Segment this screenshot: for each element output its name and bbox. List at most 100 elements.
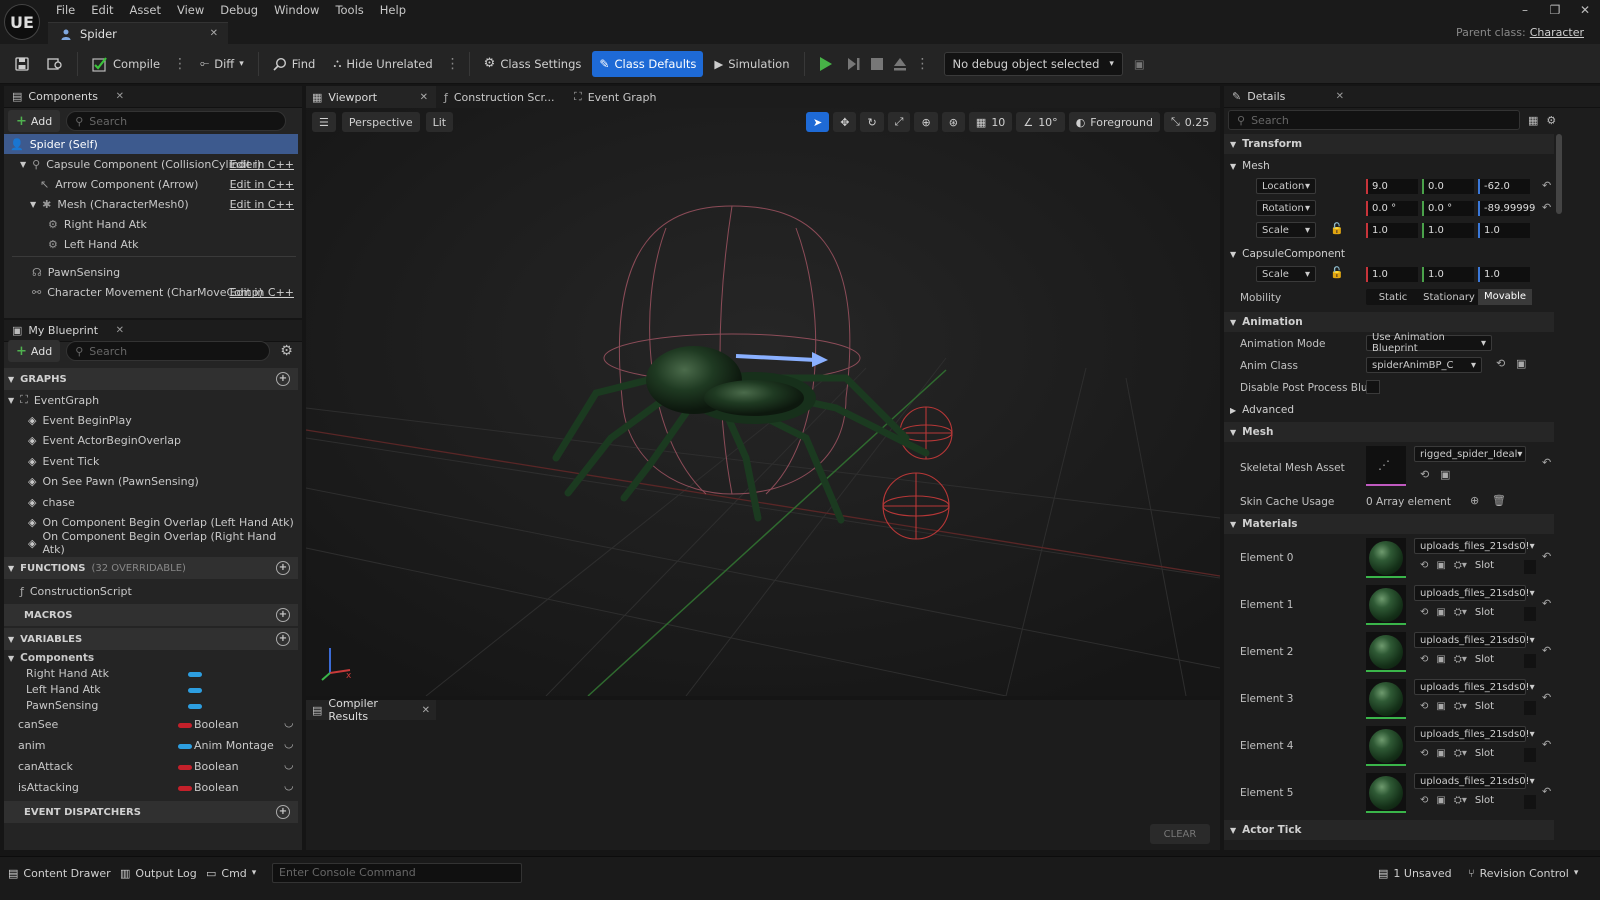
construction-script-item[interactable]: ƒ ConstructionScript <box>20 581 132 601</box>
compile-button[interactable]: Compile <box>85 51 167 77</box>
viewport-3d[interactable]: x ☰ Perspective Lit ➤ ✥ ↻ ⤢ ⊕ ⊛ ▦ 10 ∠ 10°… <box>306 108 1220 696</box>
add-component-button[interactable]: + Add <box>8 110 61 132</box>
console-command-input[interactable]: Enter Console Command <box>272 863 522 883</box>
step-button[interactable] <box>844 51 864 77</box>
tree-item-capsule[interactable]: ▼ ⚲ Capsule Component (CollisionCylinder) E… <box>4 154 298 174</box>
material-options-icon[interactable]: ⛭▾ <box>1454 560 1467 571</box>
add-member-button[interactable]: + Add <box>8 340 61 362</box>
actor-tick-section[interactable]: ▼ Actor Tick <box>1224 820 1554 840</box>
functions-header[interactable]: ▼ FUNCTIONS (32 OVERRIDABLE) + <box>4 557 298 579</box>
browse-icon[interactable]: ▣ <box>1436 607 1445 618</box>
edit-in-cpp-link[interactable]: Edit in C++ <box>230 178 294 191</box>
eye-icon[interactable]: ◡ <box>284 737 294 750</box>
edit-in-cpp-link[interactable]: Edit in C++ <box>230 198 294 211</box>
browse-asset-button[interactable] <box>40 51 70 77</box>
event-item[interactable]: ◈ chase <box>28 492 75 512</box>
mesh-transform-subsection[interactable]: ▼ Mesh <box>1224 156 1554 176</box>
component-var-row[interactable]: PawnSensing <box>4 696 298 716</box>
use-selected-icon[interactable]: ⟲ <box>1420 560 1428 571</box>
material-options-icon[interactable]: ⛭▾ <box>1454 795 1467 806</box>
slot-field[interactable] <box>1524 560 1536 574</box>
menu-tools[interactable]: Tools <box>327 0 371 20</box>
debug-browse-button[interactable]: ▣ <box>1127 51 1152 77</box>
table-view-icon[interactable]: ▦ <box>1528 114 1538 127</box>
browse-icon[interactable]: ▣ <box>1516 357 1526 370</box>
unsaved-button[interactable]: ▤ 1 Unsaved <box>1378 863 1452 883</box>
eye-icon[interactable]: ◡ <box>284 716 294 729</box>
reset-arrow-icon[interactable]: ↶ <box>1542 691 1551 704</box>
use-selected-icon[interactable]: ⟲ <box>1420 748 1428 759</box>
material-options-icon[interactable]: ⛭▾ <box>1454 701 1467 712</box>
event-item[interactable]: ◈ On Component Begin Overlap (Left Hand A… <box>28 512 294 532</box>
cmd-dropdown[interactable]: ▭ Cmd ▾ <box>206 863 256 883</box>
play-button[interactable] <box>812 51 840 77</box>
event-graph-item[interactable]: ▼ ⛶ EventGraph <box>8 390 99 410</box>
material-thumbnail[interactable] <box>1366 538 1406 578</box>
material-dropdown[interactable]: uploads_files_21sds0! ▾ <box>1414 538 1535 554</box>
mobility-movable[interactable]: Movable <box>1478 289 1532 305</box>
graphs-header[interactable]: ▼ GRAPHS + <box>4 368 298 390</box>
gear-icon[interactable]: ⚙ <box>1546 114 1556 127</box>
rotate-tool-icon[interactable]: ↻ <box>860 112 884 132</box>
variable-row[interactable]: canAttack Boolean ◡ <box>4 757 298 777</box>
add-dispatcher-icon[interactable]: + <box>276 805 290 819</box>
material-dropdown[interactable]: uploads_files_21sds0! ▾ <box>1414 773 1535 789</box>
eye-icon[interactable]: ◡ <box>284 779 294 792</box>
menu-file[interactable]: File <box>48 0 83 20</box>
browse-icon[interactable]: ▣ <box>1436 748 1445 759</box>
rotation-y-field[interactable]: 0.0 ° <box>1422 201 1474 216</box>
reset-arrow-icon[interactable]: ↶ <box>1542 550 1551 563</box>
capsule-scale-x-field[interactable]: 1.0 <box>1366 267 1418 282</box>
advanced-subsection[interactable]: ▶ Advanced <box>1224 400 1554 420</box>
hide-unrelated-button[interactable]: ⛬ Hide Unrelated <box>326 51 439 77</box>
clear-button[interactable]: CLEAR <box>1150 824 1210 844</box>
disable-post-process-checkbox[interactable] <box>1366 380 1380 394</box>
event-item[interactable]: ◈ On Component Begin Overlap (Right Hand … <box>28 530 302 556</box>
add-element-icon[interactable]: ⊕ <box>1470 494 1479 507</box>
select-tool-icon[interactable]: ➤ <box>806 112 830 132</box>
material-thumbnail[interactable] <box>1366 679 1406 719</box>
more-options-icon[interactable]: ⋮ <box>444 56 462 72</box>
capsule-scale-z-field[interactable]: 1.0 <box>1478 267 1530 282</box>
reset-arrow-icon[interactable]: ↶ <box>1542 644 1551 657</box>
material-thumbnail[interactable] <box>1366 773 1406 813</box>
animation-section[interactable]: ▼ Animation <box>1224 312 1554 332</box>
tree-item-left-hand-atk[interactable]: ⚙ Left Hand Atk <box>4 234 298 254</box>
reset-arrow-icon[interactable]: ↶ <box>1542 785 1551 798</box>
reset-arrow-icon[interactable]: ↶ <box>1542 597 1551 610</box>
event-item[interactable]: ◈ On See Pawn (PawnSensing) <box>28 471 199 491</box>
material-dropdown[interactable]: uploads_files_21sds0! ▾ <box>1414 726 1535 742</box>
surface-snap-icon[interactable]: ⊛ <box>941 112 965 132</box>
browse-icon[interactable]: ▣ <box>1436 701 1445 712</box>
use-selected-icon[interactable]: ⟲ <box>1420 654 1428 665</box>
window-close-icon[interactable]: ✕ <box>1576 3 1594 17</box>
anim-class-dropdown[interactable]: spiderAnimBP_C ▾ <box>1366 357 1482 373</box>
mobility-static[interactable]: Static <box>1366 292 1420 303</box>
close-icon[interactable]: ✕ <box>116 91 124 102</box>
variable-row[interactable]: isAttacking Boolean ◡ <box>4 778 298 798</box>
add-graph-icon[interactable]: + <box>276 372 290 386</box>
class-defaults-button[interactable]: ✎ Class Defaults <box>592 50 704 77</box>
rotation-dropdown[interactable]: Rotation ▾ <box>1256 200 1316 216</box>
stop-button[interactable] <box>868 51 886 77</box>
eject-button[interactable] <box>890 51 910 77</box>
translate-tool-icon[interactable]: ✥ <box>833 112 857 132</box>
play-options-icon[interactable]: ⋮ <box>914 56 932 72</box>
details-search-input[interactable]: ⚲ Search <box>1228 110 1520 130</box>
output-log-button[interactable]: ▥ Output Log <box>120 863 197 883</box>
world-local-icon[interactable]: ⊕ <box>914 112 938 132</box>
reset-arrow-icon[interactable]: ↶ <box>1542 738 1551 751</box>
use-selected-icon[interactable]: ⟲ <box>1420 468 1429 481</box>
reset-arrow-icon[interactable]: ↶ <box>1542 201 1551 214</box>
variable-row[interactable]: anim Anim Montage ◡ <box>4 736 298 756</box>
browse-icon[interactable]: ▣ <box>1436 654 1445 665</box>
location-dropdown[interactable]: Location ▾ <box>1256 178 1316 194</box>
material-dropdown[interactable]: uploads_files_21sds0! ▾ <box>1414 679 1535 695</box>
edit-in-cpp-link[interactable]: Edit in C++ <box>230 158 294 171</box>
transform-section[interactable]: ▼ Transform <box>1224 134 1554 154</box>
save-button[interactable] <box>8 51 36 77</box>
add-variable-icon[interactable]: + <box>276 632 290 646</box>
rotation-z-field[interactable]: -89.99999 <box>1478 201 1535 216</box>
location-y-field[interactable]: 0.0 <box>1422 179 1474 194</box>
tab-viewport[interactable]: ▦ Viewport ✕ <box>306 86 436 108</box>
